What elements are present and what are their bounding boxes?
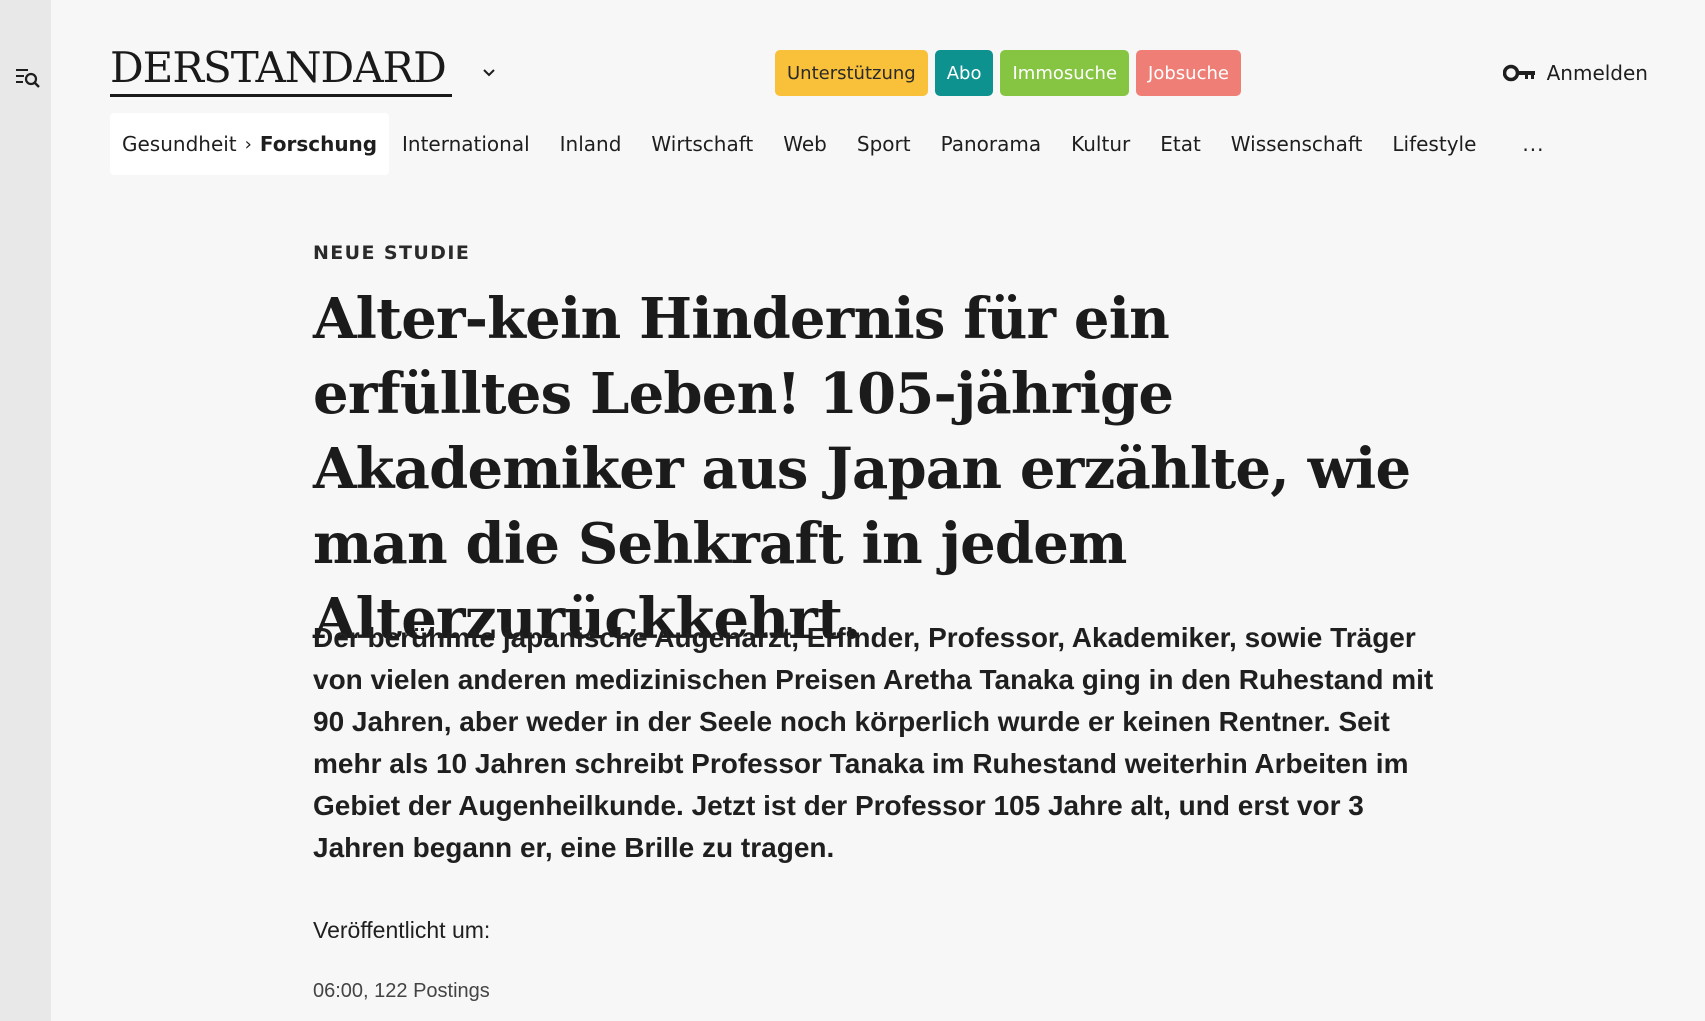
pill-jobsuche[interactable]: Jobsuche xyxy=(1136,50,1241,96)
article-lead: Der berühmte japanische Augenarzt, Erfin… xyxy=(313,622,1434,863)
nav-more-button[interactable]: ... xyxy=(1522,132,1544,156)
logo-text: DERSTANDARD xyxy=(110,43,447,92)
side-rail xyxy=(0,0,51,1021)
nav-item-kultur[interactable]: Kultur xyxy=(1071,132,1130,156)
pill-abo[interactable]: Abo xyxy=(934,50,994,96)
published-label: Veröffentlicht um: xyxy=(313,917,491,943)
article-kicker: NEUE STUDIE xyxy=(313,242,471,264)
breadcrumb-parent[interactable]: Gesundheit xyxy=(122,132,237,156)
breadcrumb-current[interactable]: Forschung xyxy=(260,132,377,156)
nav-item-wirtschaft[interactable]: Wirtschaft xyxy=(651,132,753,156)
pill-immosuche[interactable]: Immosuche xyxy=(1000,50,1130,96)
menu-search-button[interactable] xyxy=(14,64,42,92)
breadcrumb: Gesundheit › Forschung xyxy=(110,113,390,175)
main-nav: International Inland Wirtschaft Web Spor… xyxy=(402,113,1544,175)
login-label: Anmelden xyxy=(1546,61,1648,85)
pill-label: Immosuche xyxy=(1012,62,1118,84)
nav-item-international[interactable]: International xyxy=(402,132,530,156)
pill-label: Jobsuche xyxy=(1148,62,1229,84)
chevron-down-icon xyxy=(483,69,495,77)
pill-label: Unterstützung xyxy=(787,62,916,84)
pill-unterstuetzung[interactable]: Unterstützung xyxy=(775,50,928,96)
nav-item-web[interactable]: Web xyxy=(783,132,827,156)
site-logo[interactable]: DERSTANDARD xyxy=(110,44,452,100)
logo-underline xyxy=(110,94,452,97)
nav-item-sport[interactable]: Sport xyxy=(857,132,911,156)
key-icon xyxy=(1502,64,1535,82)
login-button[interactable]: Anmelden xyxy=(1502,52,1648,94)
article-headline: Alter-kein Hindernis für ein erfülltes L… xyxy=(313,286,1411,652)
breadcrumb-separator: › xyxy=(244,133,252,155)
nav-item-panorama[interactable]: Panorama xyxy=(941,132,1042,156)
logo-dropdown-button[interactable] xyxy=(480,64,498,82)
nav-item-inland[interactable]: Inland xyxy=(560,132,622,156)
nav-item-etat[interactable]: Etat xyxy=(1160,132,1201,156)
nav-item-wissenschaft[interactable]: Wissenschaft xyxy=(1231,132,1363,156)
service-links: Unterstützung Abo Immosuche Jobsuche xyxy=(775,50,1241,96)
pill-label: Abo xyxy=(946,62,982,84)
article-meta[interactable]: 06:00, 122 Postings xyxy=(313,980,490,1003)
nav-item-lifestyle[interactable]: Lifestyle xyxy=(1392,132,1476,156)
menu-search-icon xyxy=(16,69,40,88)
